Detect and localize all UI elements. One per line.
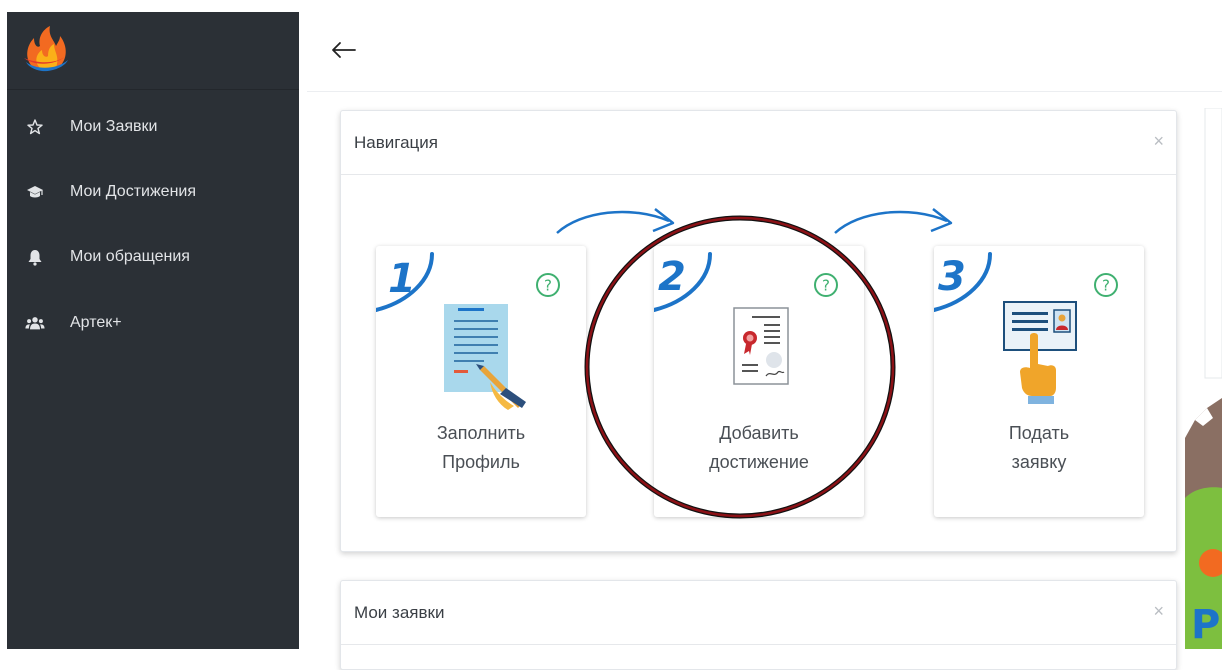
sidebar-item-label: Артек+ bbox=[70, 314, 122, 331]
svg-text:?: ? bbox=[1102, 277, 1110, 295]
star-icon bbox=[25, 117, 45, 137]
my-applications-panel-header: Мои заявки × bbox=[341, 581, 1176, 645]
navigation-panel-header: Навигация × bbox=[341, 111, 1176, 175]
close-icon[interactable]: × bbox=[1153, 601, 1164, 622]
sidebar: Мои Заявки Мои Достижения Мои обращения … bbox=[7, 12, 299, 649]
graduation-cap-icon bbox=[25, 182, 45, 202]
close-icon[interactable]: × bbox=[1153, 131, 1164, 152]
panel-title: Навигация bbox=[354, 133, 438, 152]
sidebar-item-label: Мои обращения bbox=[70, 248, 190, 265]
profile-form-icon bbox=[444, 304, 526, 410]
application-click-icon bbox=[1003, 301, 1077, 404]
background-illustration: P bbox=[1185, 107, 1222, 649]
sidebar-item-label: Мои Заявки bbox=[70, 118, 158, 135]
my-applications-panel: Мои заявки × bbox=[340, 580, 1177, 670]
step-card-submit-application[interactable]: 3 ? Подать заявку bbox=[934, 246, 1144, 517]
top-bar bbox=[307, 12, 1222, 92]
step-label: Подать заявку bbox=[1008, 423, 1070, 472]
svg-text:?: ? bbox=[544, 277, 552, 295]
step-card-fill-profile[interactable]: 1 ? Заполнить Профиль bbox=[376, 246, 586, 517]
sidebar-item-artek-plus[interactable]: Артек+ bbox=[7, 303, 299, 343]
panel-title: Мои заявки bbox=[354, 603, 445, 622]
bell-icon bbox=[25, 247, 45, 267]
help-icon[interactable]: ? bbox=[1092, 271, 1120, 299]
sidebar-logo-area bbox=[7, 12, 299, 90]
users-icon bbox=[25, 313, 45, 333]
sidebar-item-my-applications[interactable]: Мои Заявки bbox=[7, 107, 299, 147]
step-label: Заполнить Профиль bbox=[436, 423, 526, 472]
sidebar-item-label: Мои Достижения bbox=[70, 183, 197, 200]
svg-text:3: 3 bbox=[938, 254, 966, 300]
svg-text:P: P bbox=[1191, 602, 1220, 648]
highlight-circle bbox=[584, 215, 896, 519]
sidebar-item-my-requests[interactable]: Мои обращения bbox=[7, 237, 299, 277]
sidebar-item-my-achievements[interactable]: Мои Достижения bbox=[7, 172, 299, 212]
help-icon[interactable]: ? bbox=[534, 271, 562, 299]
arrow-left-icon[interactable] bbox=[329, 38, 357, 62]
flame-logo-icon[interactable] bbox=[20, 24, 72, 72]
